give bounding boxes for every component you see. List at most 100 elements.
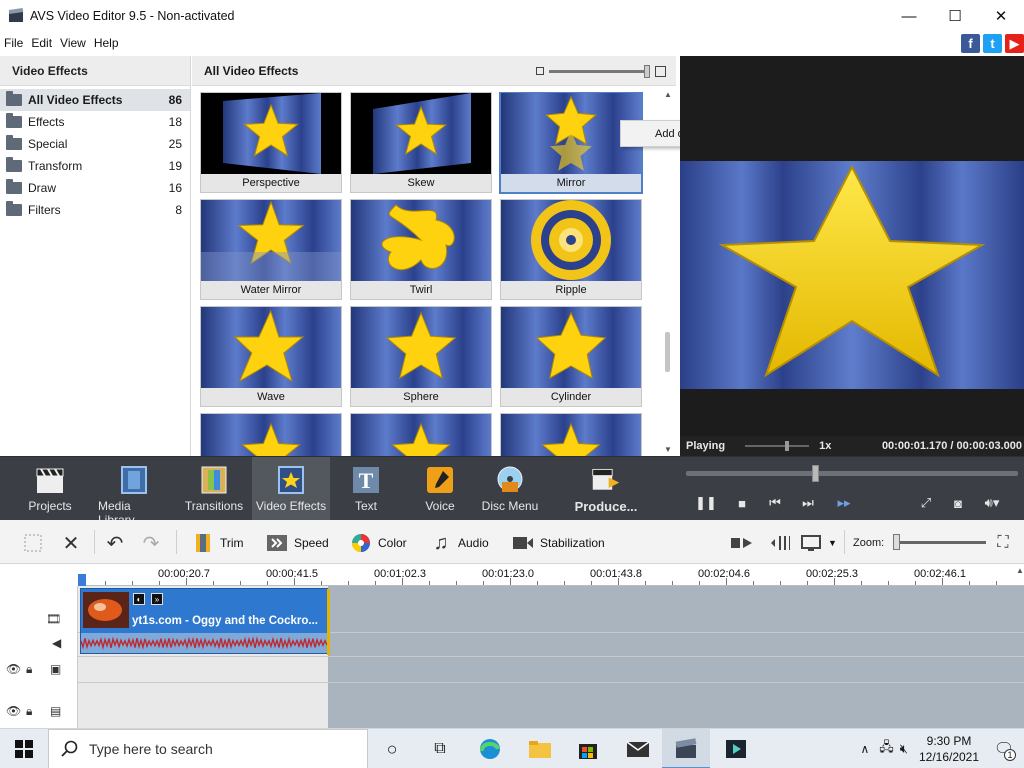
seek-thumb[interactable] [812, 465, 819, 482]
playhead[interactable] [78, 574, 86, 586]
timeline-clip[interactable]: ◐ » yt1s.com - Oggy and the Cockro... [80, 588, 330, 655]
category-item[interactable]: All Video Effects 86 [0, 89, 190, 111]
fit-timeline-button[interactable]: ⛶ [992, 532, 1020, 554]
zoom-slider-thumb[interactable] [893, 534, 900, 550]
effect-tile[interactable]: Perspective [200, 92, 342, 193]
undo-button[interactable]: ↶ [104, 532, 132, 555]
color-button[interactable]: Color [350, 532, 407, 554]
speed-slider-thumb[interactable] [785, 441, 790, 451]
ruler-tick [753, 581, 754, 585]
ruler-tick-label: 00:02:46.1 [914, 568, 966, 580]
youtube-icon[interactable]: ▶ [1005, 34, 1024, 53]
effect-tile[interactable] [200, 413, 342, 456]
menu-view[interactable]: View [56, 36, 90, 50]
zoom-slider[interactable] [893, 541, 986, 544]
scroll-up-icon[interactable]: ▲ [664, 90, 672, 99]
speed-slider[interactable] [745, 441, 810, 451]
effect-tile[interactable] [350, 413, 492, 456]
avs-editor-app[interactable] [662, 729, 710, 768]
minimize-button[interactable]: — [886, 0, 932, 32]
scroll-up-icon[interactable]: ▲ [1016, 566, 1024, 575]
close-button[interactable]: ✕ [978, 0, 1024, 32]
category-item[interactable]: Effects 18 [0, 111, 190, 133]
timeline-view-button[interactable]: ⧉ [416, 729, 464, 768]
toolbar-text[interactable]: T Text [340, 457, 392, 521]
effect-tile[interactable]: Twirl [350, 199, 492, 300]
avs-launcher-app[interactable] [712, 729, 760, 768]
speed-button[interactable]: Speed [266, 532, 329, 554]
preview-seek-bar[interactable] [686, 465, 1018, 482]
menu-help[interactable]: Help [90, 36, 123, 50]
start-button[interactable] [0, 729, 48, 768]
audio-mixer-button[interactable] [768, 532, 796, 554]
effect-tile[interactable]: Water Mirror [200, 199, 342, 300]
stabilization-button[interactable]: Stabilization [512, 532, 605, 554]
speed-label: Speed [294, 536, 329, 550]
split-button[interactable] [730, 532, 758, 554]
edge-app[interactable] [466, 729, 514, 768]
volume-muted-icon[interactable]: 🔇︎ [900, 741, 908, 757]
effect-tile[interactable]: Wave [200, 306, 342, 407]
preview-mode-button[interactable]: ▸▸ [832, 493, 856, 513]
volume-button[interactable]: 🔊︎▾ [980, 493, 1004, 513]
aspect-ratio-button[interactable]: ▼ [800, 532, 837, 554]
twitter-icon[interactable]: t [983, 34, 1002, 53]
lock-icon[interactable]: 🔒︎ [26, 704, 32, 719]
lock-icon[interactable]: 🔒︎ [26, 662, 32, 677]
toolbar-media-library[interactable]: Media Library [98, 457, 170, 527]
toolbar-disc-menu[interactable]: Disc Menu [480, 457, 540, 521]
store-app[interactable] [564, 729, 612, 768]
effect-tile[interactable]: Skew [350, 92, 492, 193]
category-item[interactable]: Draw 16 [0, 177, 190, 199]
size-slider-thumb[interactable] [644, 64, 650, 78]
effect-label: Twirl [351, 281, 491, 299]
stop-button[interactable]: ■ [730, 493, 754, 513]
effect-tile[interactable]: Cylinder [500, 306, 642, 407]
audio-mute-icon[interactable]: ◀︎ [52, 636, 61, 650]
next-frame-button[interactable]: ⏭ [796, 493, 820, 513]
toolbar-transitions[interactable]: Transitions [184, 457, 244, 521]
network-icon[interactable]: 🖧︎ [879, 738, 894, 760]
maximize-button[interactable]: ☐ [932, 0, 978, 32]
clip-end-handle[interactable] [327, 589, 330, 655]
visibility-eye-icon[interactable]: 👁︎ [6, 662, 21, 676]
toolbar-produce[interactable]: Produce... [568, 457, 644, 521]
tray-chevron-icon[interactable]: ∧ [861, 742, 870, 756]
task-view-button[interactable]: ○ [368, 729, 416, 768]
toolbar-projects[interactable]: Projects [18, 457, 82, 521]
visibility-eye-icon[interactable]: 👁︎ [6, 704, 21, 718]
toolbar-voice[interactable]: Voice [414, 457, 466, 521]
delete-button[interactable]: ✕ [60, 532, 88, 555]
audio-button[interactable]: ♫ Audio [430, 532, 489, 554]
play-range-icon: ▸▸ [837, 495, 851, 510]
timeline-scrollbar[interactable]: ▲ [1016, 564, 1024, 728]
scrollbar-thumb[interactable] [665, 332, 670, 372]
toolbar-video-effects[interactable]: Video Effects [252, 457, 330, 521]
category-item[interactable]: Special 25 [0, 133, 190, 155]
fullscreen-button[interactable]: ⤢ [914, 493, 938, 513]
category-item[interactable]: Transform 19 [0, 155, 190, 177]
timeline-ruler[interactable]: 00:00:20.7 00:00:41.5 00:01:02.3 00:01:23.0… [78, 564, 1024, 586]
effect-tile[interactable]: Ripple [500, 199, 642, 300]
category-item[interactable]: Filters 8 [0, 199, 190, 221]
taskbar-search[interactable]: Type here to search [48, 729, 368, 768]
previous-frame-button[interactable]: ⏮ [763, 493, 787, 513]
snapshot-button[interactable]: ◙ [946, 493, 970, 513]
trim-button[interactable]: Trim [192, 532, 244, 554]
menu-file[interactable]: File [0, 36, 27, 50]
clock[interactable]: 9:30 PM 12/16/2021 [914, 733, 984, 765]
multi-select-button[interactable] [22, 532, 50, 554]
pause-button[interactable]: ❚❚ [694, 493, 718, 513]
thumbnail-size-slider[interactable] [536, 64, 666, 78]
redo-button[interactable]: ↷ [140, 532, 168, 555]
effect-tile[interactable] [500, 413, 642, 456]
stabilization-label: Stabilization [540, 536, 605, 550]
scroll-down-icon[interactable]: ▼ [664, 445, 672, 454]
notification-center[interactable]: 🗨︎ 1 [984, 729, 1024, 768]
effect-tile[interactable]: Sphere [350, 306, 492, 407]
effect-label: Water Mirror [201, 281, 341, 299]
menu-edit[interactable]: Edit [27, 36, 56, 50]
mail-app[interactable] [614, 729, 662, 768]
facebook-icon[interactable]: f [961, 34, 980, 53]
file-explorer-app[interactable] [516, 729, 564, 768]
